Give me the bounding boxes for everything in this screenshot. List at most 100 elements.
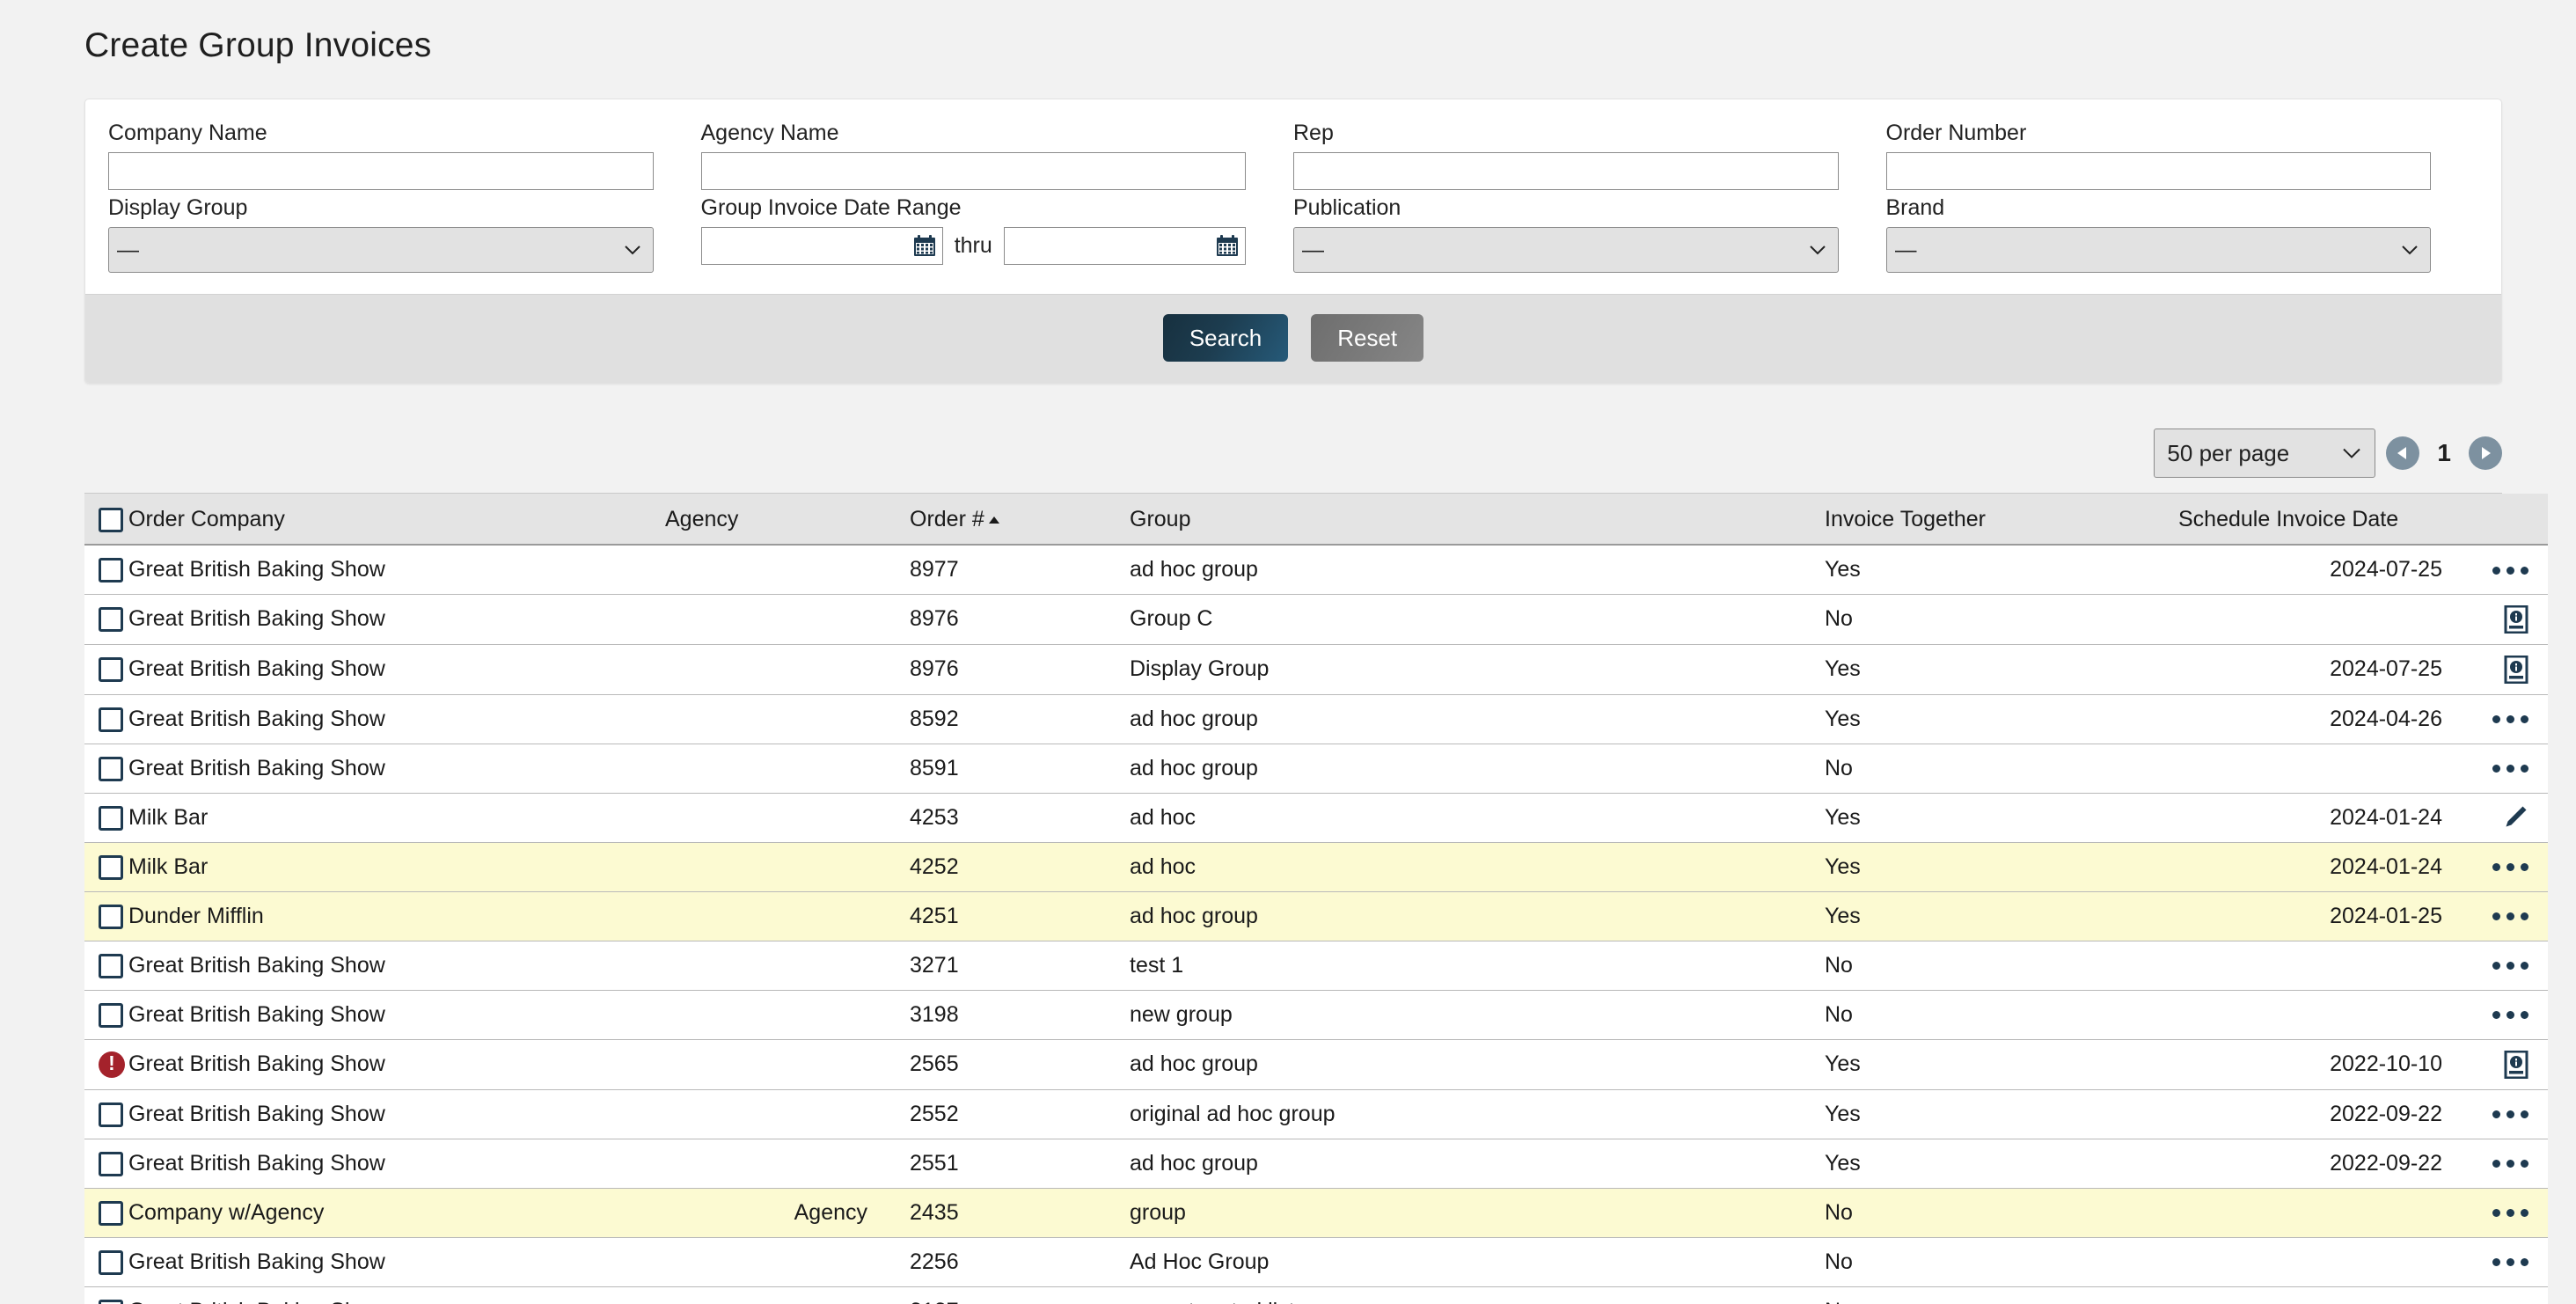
date-from-input[interactable] (701, 227, 943, 265)
cell-invoice-together: Yes (1800, 891, 2178, 941)
previous-page-button[interactable] (2386, 436, 2419, 470)
row-checkbox[interactable] (99, 855, 123, 880)
column-header-order-number[interactable]: Order # (867, 494, 1096, 545)
row-checkbox[interactable] (99, 1250, 123, 1275)
table-row[interactable]: Great British Baking Show3198new groupNo (84, 990, 2548, 1039)
row-actions-ellipsis-icon[interactable] (2492, 863, 2528, 871)
cell-row-actions (2442, 594, 2548, 644)
cell-invoice-together: No (1800, 941, 2178, 990)
row-checkbox[interactable] (99, 1300, 123, 1304)
row-checkbox[interactable] (99, 954, 123, 978)
search-input-order-number[interactable] (1886, 152, 2432, 190)
search-input-rep[interactable] (1293, 152, 1839, 190)
per-page-wrap: 50 per page (2154, 429, 2375, 478)
select-brand[interactable]: — (1886, 227, 2432, 273)
row-checkbox[interactable] (99, 657, 123, 682)
row-select-cell (84, 891, 128, 941)
row-actions-ellipsis-icon[interactable] (2492, 715, 2528, 723)
row-actions-ellipsis-icon[interactable] (2492, 1110, 2528, 1118)
search-input-company-name[interactable] (108, 152, 654, 190)
cell-agency (665, 1139, 867, 1188)
invoice-table: Order Company Agency Order # Group Invoi… (84, 494, 2548, 1304)
table-row[interactable]: Great British Baking Show8977ad hoc grou… (84, 545, 2548, 594)
row-checkbox[interactable] (99, 558, 123, 582)
select-display-group[interactable]: — (108, 227, 654, 273)
per-page-select[interactable]: 50 per page (2154, 429, 2375, 478)
row-actions-ellipsis-icon[interactable] (2492, 765, 2528, 773)
row-actions-ellipsis-icon[interactable] (2492, 912, 2528, 920)
cell-order-number: 3271 (867, 941, 1096, 990)
invoice-info-icon[interactable] (2504, 1051, 2528, 1079)
field-publication: Publication — (1293, 195, 1886, 273)
row-checkbox[interactable] (99, 1152, 123, 1176)
row-checkbox[interactable] (99, 607, 123, 632)
cell-row-actions (2442, 694, 2548, 744)
row-checkbox[interactable] (99, 757, 123, 781)
table-row[interactable]: Dunder Mifflin4251ad hoc groupYes2024-01… (84, 891, 2548, 941)
edit-pencil-icon[interactable] (2502, 804, 2528, 831)
table-row[interactable]: Great British Baking Show2552original ad… (84, 1089, 2548, 1139)
row-actions-ellipsis-icon[interactable] (2492, 1209, 2528, 1217)
table-row[interactable]: Great British Baking Show8976Group CNo (84, 594, 2548, 644)
row-select-cell (84, 793, 128, 842)
cell-row-actions (2442, 744, 2548, 793)
cell-order-company: Great British Baking Show (128, 1286, 665, 1304)
select-publication[interactable]: — (1293, 227, 1839, 273)
date-from-box (701, 227, 943, 265)
row-checkbox[interactable] (99, 806, 123, 831)
label-company-name: Company Name (108, 121, 654, 146)
table-row[interactable]: !Great British Baking Show2565ad hoc gro… (84, 1039, 2548, 1089)
row-actions-ellipsis-icon[interactable] (2492, 962, 2528, 970)
table-row[interactable]: Milk Bar4252ad hocYes2024-01-24 (84, 842, 2548, 891)
row-select-cell (84, 694, 128, 744)
row-checkbox[interactable] (99, 1201, 123, 1226)
search-button[interactable]: Search (1163, 314, 1288, 363)
column-header-order-company[interactable]: Order Company (128, 494, 665, 545)
table-row[interactable]: Great British Baking Show8976Display Gro… (84, 644, 2548, 694)
invoice-info-icon[interactable] (2504, 605, 2528, 634)
cell-invoice-together: Yes (1800, 694, 2178, 744)
row-actions-ellipsis-icon[interactable] (2492, 1160, 2528, 1168)
cell-order-number: 3198 (867, 990, 1096, 1039)
column-header-agency[interactable]: Agency (665, 494, 867, 545)
table-body: Great British Baking Show8977ad hoc grou… (84, 545, 2548, 1304)
row-checkbox[interactable] (99, 1103, 123, 1127)
cell-order-number: 8976 (867, 644, 1096, 694)
cell-agency (665, 1039, 867, 1089)
search-input-agency-name[interactable] (701, 152, 1247, 190)
row-checkbox[interactable] (99, 905, 123, 929)
cell-group: Display Group (1096, 644, 1800, 694)
field-group-invoice-date-range: Group Invoice Date Range (701, 195, 1294, 273)
row-actions-ellipsis-icon[interactable] (2492, 1011, 2528, 1019)
table-row[interactable]: Great British Baking Show2256Ad Hoc Grou… (84, 1237, 2548, 1286)
cell-row-actions (2442, 941, 2548, 990)
row-error-icon[interactable]: ! (99, 1051, 125, 1078)
row-checkbox[interactable] (99, 707, 123, 732)
table-row[interactable]: Company w/AgencyAgency2435groupNo (84, 1188, 2548, 1237)
table-row[interactable]: Milk Bar4253ad hocYes2024-01-24 (84, 793, 2548, 842)
table-row[interactable]: Great British Baking Show8591ad hoc grou… (84, 744, 2548, 793)
table-row[interactable]: Great British Baking Show2127concatenate… (84, 1286, 2548, 1304)
cell-order-number: 8592 (867, 694, 1096, 744)
table-row[interactable]: Great British Baking Show2551ad hoc grou… (84, 1139, 2548, 1188)
select-all-checkbox[interactable] (99, 508, 123, 532)
cell-invoice-together: No (1800, 990, 2178, 1039)
field-rep: Rep (1293, 121, 1886, 190)
cell-order-number: 2256 (867, 1237, 1096, 1286)
pagination-controls: 50 per page 1 (2154, 429, 2502, 478)
next-page-button[interactable] (2469, 436, 2502, 470)
date-to-input[interactable] (1004, 227, 1246, 265)
cell-row-actions (2442, 1188, 2548, 1237)
row-actions-ellipsis-icon[interactable] (2492, 1258, 2528, 1266)
table-row[interactable]: Great British Baking Show8592ad hoc grou… (84, 694, 2548, 744)
table-row[interactable]: Great British Baking Show3271test 1No (84, 941, 2548, 990)
column-header-invoice-together[interactable]: Invoice Together (1800, 494, 2178, 545)
cell-agency (665, 594, 867, 644)
row-checkbox[interactable] (99, 1003, 123, 1028)
reset-button[interactable]: Reset (1311, 314, 1423, 363)
cell-row-actions (2442, 1286, 2548, 1304)
row-actions-ellipsis-icon[interactable] (2492, 567, 2528, 575)
column-header-schedule-invoice-date[interactable]: Schedule Invoice Date (2178, 494, 2442, 545)
invoice-info-icon[interactable] (2504, 656, 2528, 684)
column-header-group[interactable]: Group (1096, 494, 1800, 545)
